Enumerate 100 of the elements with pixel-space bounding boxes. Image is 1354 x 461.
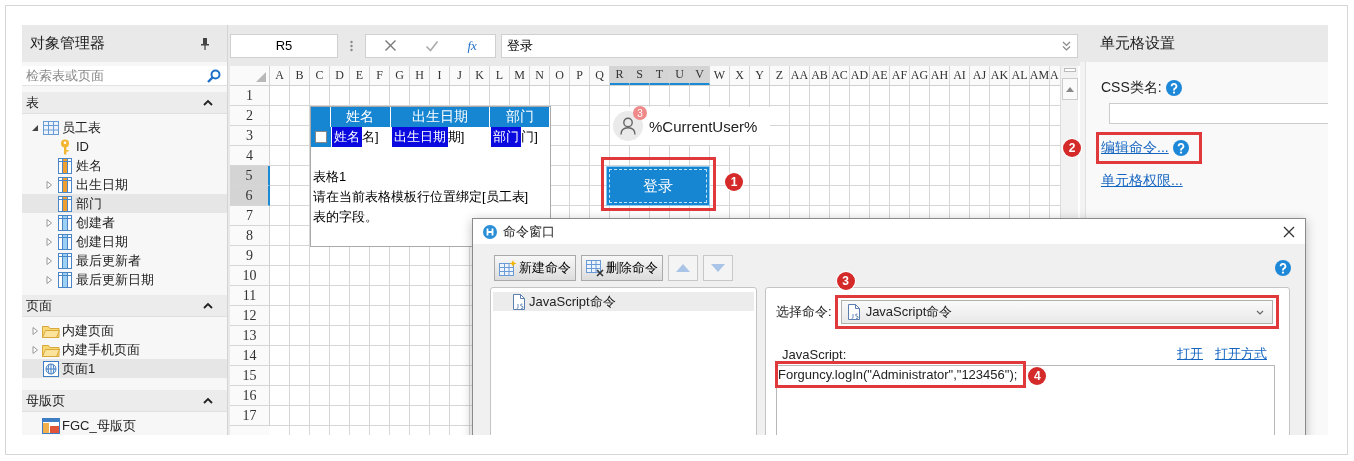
open-link[interactable]: 打开 <box>1177 345 1203 363</box>
delete-command-button[interactable]: 删除命令 <box>581 255 663 281</box>
row-header[interactable]: 11 <box>230 286 270 306</box>
corner-triangle-icon[interactable] <box>256 72 266 82</box>
cell-name-field[interactable]: R5 <box>230 33 338 58</box>
column-header[interactable]: A <box>270 66 290 85</box>
column-header[interactable]: N <box>530 66 550 85</box>
collapsed-arrow-icon[interactable] <box>44 180 53 189</box>
double-chevron-down-icon[interactable] <box>1062 40 1071 51</box>
column-header[interactable]: AG <box>910 66 930 85</box>
collapsed-arrow-icon[interactable] <box>30 326 39 335</box>
row-header[interactable]: 15 <box>230 366 270 386</box>
column-header[interactable]: R <box>610 66 630 85</box>
search-icon[interactable] <box>207 69 221 83</box>
tree-item[interactable]: 最后更新日期 <box>22 270 227 289</box>
column-header[interactable]: A <box>1050 66 1060 85</box>
column-header[interactable]: M <box>510 66 530 85</box>
column-header[interactable]: O <box>550 66 570 85</box>
collapsed-arrow-icon[interactable] <box>30 345 39 354</box>
row-header[interactable]: 14 <box>230 346 270 366</box>
column-header[interactable]: AI <box>950 66 970 85</box>
row-header[interactable]: 16 <box>230 386 270 406</box>
search-field[interactable]: 检索表或页面 <box>22 66 227 86</box>
help-icon[interactable] <box>1172 140 1189 156</box>
row-header[interactable]: 5 <box>230 166 270 186</box>
new-command-button[interactable]: 新建命令 <box>494 255 576 281</box>
formula-field[interactable]: 登录 <box>501 33 1078 58</box>
row-header[interactable]: 10 <box>230 266 270 286</box>
column-header[interactable]: J <box>450 66 470 85</box>
user-widget[interactable]: 3 %CurrentUser% <box>610 107 770 145</box>
tree-item[interactable]: 部门 <box>22 194 227 213</box>
pin-icon[interactable] <box>201 37 209 50</box>
command-dropdown[interactable]: JavaScript命令 <box>840 300 1273 324</box>
tree-item[interactable]: 出生日期 <box>22 175 227 194</box>
column-header[interactable]: AL <box>1010 66 1030 85</box>
tree-item[interactable]: 创建日期 <box>22 232 227 251</box>
collapse-icon[interactable] <box>203 397 213 404</box>
column-header[interactable]: AH <box>930 66 950 85</box>
row-header[interactable]: 7 <box>230 206 270 226</box>
row-header[interactable]: 8 <box>230 226 270 246</box>
tree-item[interactable]: 最后更新者 <box>22 251 227 270</box>
column-header[interactable]: Z <box>770 66 790 85</box>
column-header[interactable]: AF <box>890 66 910 85</box>
column-header[interactable]: X <box>730 66 750 85</box>
column-header[interactable]: Y <box>750 66 770 85</box>
login-button[interactable]: 登录 <box>606 166 710 206</box>
tree-item[interactable]: 姓名 <box>22 156 227 175</box>
column-header[interactable]: K <box>470 66 490 85</box>
expanded-arrow-icon[interactable] <box>30 123 39 132</box>
command-list-item[interactable]: JavaScript命令 <box>493 292 754 311</box>
tree-item[interactable]: FGC_母版页 <box>22 416 227 435</box>
help-icon[interactable] <box>1275 260 1291 276</box>
column-header[interactable]: C <box>310 66 330 85</box>
column-header[interactable]: L <box>490 66 510 85</box>
column-header[interactable]: F <box>370 66 390 85</box>
column-header[interactable]: E <box>350 66 370 85</box>
column-header[interactable]: AB <box>810 66 830 85</box>
column-header[interactable]: AK <box>990 66 1010 85</box>
css-class-field[interactable] <box>1109 103 1328 124</box>
column-header[interactable]: S <box>630 66 650 85</box>
column-header[interactable]: I <box>430 66 450 85</box>
column-header[interactable]: AJ <box>970 66 990 85</box>
collapse-icon[interactable] <box>203 302 213 309</box>
cancel-icon[interactable] <box>384 39 398 52</box>
row-header[interactable]: 17 <box>230 406 270 426</box>
column-header[interactable]: H <box>410 66 430 85</box>
column-header[interactable]: AA <box>790 66 810 85</box>
collapse-icon[interactable] <box>203 99 213 106</box>
cell-permission-link[interactable]: 单元格权限... <box>1101 172 1183 190</box>
tree-item[interactable]: 页面1 <box>22 359 227 378</box>
column-header[interactable]: AC <box>830 66 850 85</box>
column-header[interactable]: AD <box>850 66 870 85</box>
row-header[interactable]: 2 <box>230 106 270 126</box>
column-header[interactable]: V <box>690 66 710 85</box>
tree-item[interactable]: 创建者 <box>22 213 227 232</box>
collapsed-arrow-icon[interactable] <box>44 218 53 227</box>
scroll-up-icon[interactable] <box>1065 86 1074 92</box>
column-header[interactable]: P <box>570 66 590 85</box>
close-icon[interactable] <box>1283 225 1295 238</box>
collapsed-arrow-icon[interactable] <box>44 275 53 284</box>
function-button[interactable]: fx <box>467 37 477 54</box>
column-header[interactable]: W <box>710 66 730 85</box>
row-header[interactable]: 1 <box>230 86 270 106</box>
column-header[interactable]: AE <box>870 66 890 85</box>
row-header[interactable]: 3 <box>230 126 270 146</box>
check-icon[interactable] <box>425 39 440 52</box>
row-header[interactable]: 13 <box>230 326 270 346</box>
tree-item[interactable]: ID <box>22 137 227 156</box>
tree-item[interactable]: 内建页面 <box>22 321 227 340</box>
column-header[interactable]: D <box>330 66 350 85</box>
column-header[interactable]: U <box>670 66 690 85</box>
edit-command-link[interactable]: 编辑命令... <box>1101 139 1169 157</box>
row-header[interactable]: 6 <box>230 186 270 206</box>
open-link[interactable]: 打开方式 <box>1215 345 1267 363</box>
column-header[interactable]: G <box>390 66 410 85</box>
help-icon[interactable] <box>1165 80 1182 96</box>
tree-item[interactable]: 内建手机页面 <box>22 340 227 359</box>
collapsed-arrow-icon[interactable] <box>44 256 53 265</box>
checkbox[interactable] <box>314 131 327 143</box>
row-header[interactable]: 9 <box>230 246 270 266</box>
